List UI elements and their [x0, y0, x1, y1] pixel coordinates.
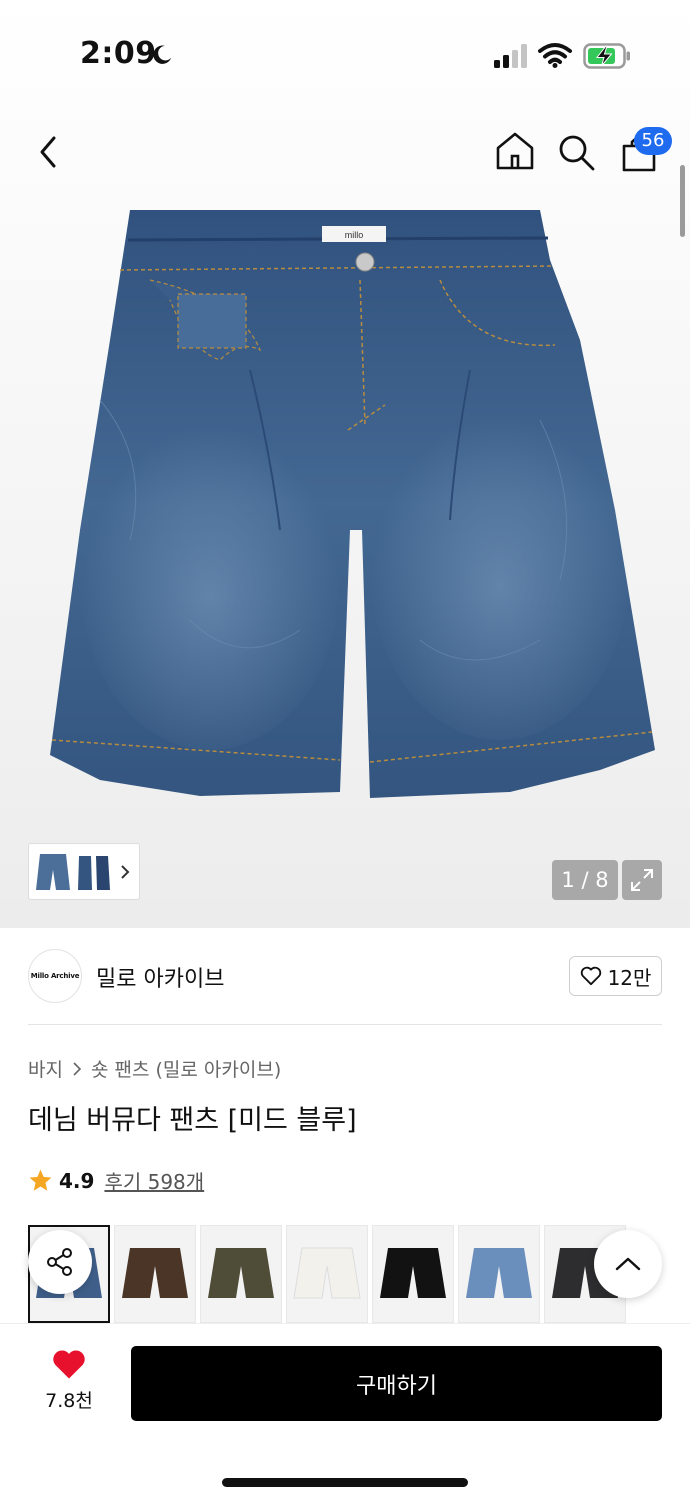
- product-image[interactable]: millo: [40, 200, 660, 810]
- cart-count-badge: 56: [634, 127, 672, 155]
- status-bar: 2:09: [0, 0, 690, 110]
- brand-like-button[interactable]: 12만: [569, 956, 662, 996]
- chevron-right-icon: [73, 1061, 82, 1076]
- star-icon: [29, 1169, 52, 1191]
- wifi-icon: [538, 43, 572, 68]
- color-options[interactable]: [28, 1225, 668, 1323]
- breadcrumb[interactable]: 바지 숏 팬츠 (밀로 아카이브): [28, 1055, 281, 1082]
- chevron-up-icon: [615, 1257, 641, 1271]
- rating-value: 4.9: [59, 1168, 95, 1193]
- shorts-thumbnail: [122, 1248, 188, 1298]
- status-time: 2:09: [80, 36, 157, 71]
- gallery-thumbnail-strip[interactable]: [28, 843, 140, 900]
- heart-outline-icon: [580, 966, 601, 986]
- wishlist-button[interactable]: 7.8천: [30, 1348, 108, 1420]
- brand-row[interactable]: Millo Archive 밀로 아카이브 12만: [28, 949, 662, 1003]
- review-count-link[interactable]: 후기 598개: [104, 1166, 204, 1195]
- back-icon[interactable]: [32, 130, 72, 174]
- share-button[interactable]: [28, 1230, 92, 1294]
- divider: [28, 1024, 662, 1025]
- buy-button[interactable]: 구매하기: [131, 1346, 662, 1421]
- shorts-thumbnail: [466, 1248, 532, 1298]
- scroll-top-button[interactable]: [594, 1230, 662, 1298]
- home-indicator[interactable]: [222, 1478, 468, 1487]
- color-option-brown[interactable]: [114, 1225, 196, 1323]
- shorts-thumbnail: [293, 1247, 361, 1299]
- expand-icon: [631, 869, 653, 891]
- moon-icon: [153, 45, 172, 64]
- scroll-indicator: [680, 165, 685, 237]
- rating-row[interactable]: 4.9 후기 598개: [28, 1166, 204, 1195]
- brand-name[interactable]: 밀로 아카이브: [96, 961, 224, 993]
- waistband-label: millo: [345, 230, 364, 240]
- brand-logo[interactable]: Millo Archive: [28, 949, 82, 1003]
- shorts-thumbnail: [380, 1248, 446, 1298]
- home-icon[interactable]: [494, 130, 536, 172]
- wishlist-count: 7.8천: [45, 1390, 93, 1412]
- breadcrumb-subcategory[interactable]: 숏 팬츠 (밀로 아카이브): [91, 1055, 281, 1082]
- chevron-right-icon[interactable]: [118, 862, 132, 882]
- expand-button[interactable]: [622, 860, 662, 900]
- signal-icon: [494, 44, 527, 68]
- shorts-thumbnail: [208, 1248, 274, 1298]
- share-icon: [47, 1248, 72, 1276]
- battery-charging-icon: [583, 43, 630, 69]
- color-option-light-blue[interactable]: [458, 1225, 540, 1323]
- brand-like-count: 12만: [607, 965, 652, 990]
- color-option-khaki[interactable]: [200, 1225, 282, 1323]
- breadcrumb-category[interactable]: 바지: [28, 1055, 63, 1082]
- thumbnail-model[interactable]: [75, 850, 113, 894]
- image-counter: 1 / 8: [552, 860, 618, 900]
- search-icon[interactable]: [556, 132, 596, 172]
- color-option-black[interactable]: [372, 1225, 454, 1323]
- color-option-white[interactable]: [286, 1225, 368, 1323]
- product-gallery[interactable]: 2:09 56 millo 1 / 8: [0, 0, 690, 928]
- product-title: 데님 버뮤다 팬츠 [미드 블루]: [28, 1105, 357, 1136]
- heart-filled-icon: [53, 1350, 85, 1379]
- thumbnail-front[interactable]: [34, 850, 72, 894]
